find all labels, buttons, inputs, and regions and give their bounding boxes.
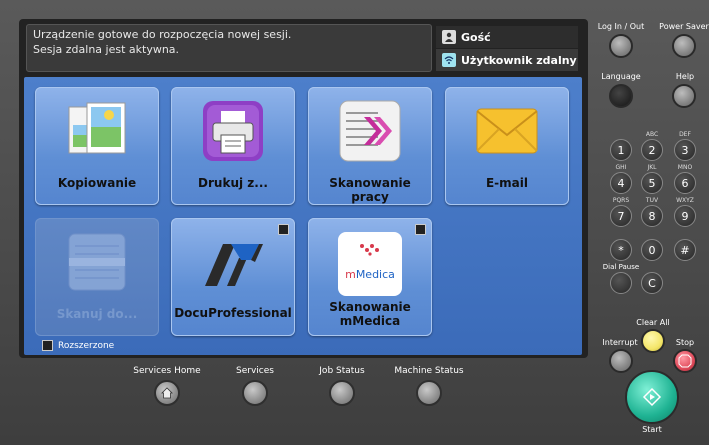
tile-mmedica-label-line1: Skanowanie — [329, 300, 411, 314]
user-icon — [442, 30, 456, 44]
tile-docuprofessional[interactable]: DocuProfessional — [171, 218, 295, 336]
key-2-letters: ABC — [645, 131, 659, 138]
job-status-button[interactable]: Job Status — [306, 366, 378, 406]
start-label: Start — [642, 425, 662, 434]
services-button-knob — [242, 380, 268, 406]
mmedica-logo-rest: Medica — [355, 268, 395, 281]
app-badge-icon — [415, 224, 426, 235]
status-message: Urządzenie gotowe do rozpoczęcia nowej s… — [26, 24, 432, 72]
tile-scan-work-label: Skanowanie pracy — [329, 176, 411, 204]
machine-status-label: Machine Status — [394, 366, 464, 376]
key-2[interactable]: 2 — [641, 139, 663, 161]
tile-email-label: E-mail — [485, 176, 528, 190]
key-3-letters: DEF — [679, 131, 691, 138]
tile-email[interactable]: E-mail — [445, 87, 569, 205]
guest-user[interactable]: Gość — [436, 26, 578, 48]
stop-icon — [678, 354, 692, 368]
services-home-label: Services Home — [133, 366, 201, 376]
envelope-icon — [475, 99, 539, 163]
interrupt-label: Interrupt — [602, 338, 638, 347]
power-saver-label: Power Saver — [659, 22, 709, 31]
help-label: Help — [675, 72, 695, 81]
clear-all-label: Clear All — [636, 318, 670, 327]
user-panel: Gość Użytkownik zdalny — [436, 24, 578, 72]
dial-pause-button[interactable] — [610, 272, 632, 294]
tile-scan-to: Skanuj do... — [35, 218, 159, 336]
key-5[interactable]: 5 — [641, 172, 663, 194]
key-clear[interactable]: C — [641, 272, 663, 294]
job-status-knob — [329, 380, 355, 406]
mmedica-logo-icon: mMedica — [338, 232, 402, 296]
status-line-2: Sesja zdalna jest aktywna. — [33, 43, 180, 56]
key-4[interactable]: 4 — [610, 172, 632, 194]
scan-workflow-icon — [338, 99, 402, 163]
wifi-icon — [442, 53, 456, 67]
job-status-label: Job Status — [319, 366, 365, 376]
key-0[interactable]: 0 — [641, 239, 663, 261]
stop-label: Stop — [675, 338, 695, 347]
key-6-letters: MNO — [677, 164, 693, 171]
machine-status-knob — [416, 380, 442, 406]
power-saver-button[interactable] — [672, 34, 696, 58]
extended-toggle[interactable]: Rozszerzone — [42, 340, 114, 351]
key-star[interactable]: * — [610, 239, 632, 261]
remote-label: Użytkownik zdalny — [461, 53, 577, 67]
clear-all-button[interactable] — [641, 329, 665, 353]
help-button[interactable] — [672, 84, 696, 108]
key-4-letters: GHI — [615, 164, 627, 171]
guest-label: Gość — [461, 30, 491, 44]
scanner-icon — [65, 230, 129, 294]
tile-scan-to-label: Skanuj do... — [56, 307, 138, 321]
key-1[interactable]: 1 — [610, 139, 632, 161]
key-7[interactable]: 7 — [610, 205, 632, 227]
key-hash[interactable]: # — [674, 239, 696, 261]
copy-icon — [65, 99, 129, 163]
tile-copy[interactable]: Kopiowanie — [35, 87, 159, 205]
key-9-letters: WXYZ — [676, 197, 694, 204]
extended-label: Rozszerzone — [58, 340, 115, 351]
interrupt-button[interactable] — [609, 349, 633, 373]
key-5-letters: JKL — [647, 164, 657, 171]
tile-docuprofessional-label: DocuProfessional — [174, 306, 292, 320]
key-8[interactable]: 8 — [641, 205, 663, 227]
services-button[interactable]: Services — [219, 366, 291, 406]
key-8-letters: TUV — [645, 197, 659, 204]
tile-scan-work[interactable]: Skanowanie pracy — [308, 87, 432, 205]
tile-mmedica-label: Skanowanie mMedica — [310, 300, 430, 328]
key-3[interactable]: 3 — [674, 139, 696, 161]
stop-button[interactable] — [673, 349, 697, 373]
login-button[interactable] — [609, 34, 633, 58]
docuprofessional-logo-icon — [201, 236, 265, 300]
tile-mmedica[interactable]: mMedica Skanowanie mMedica — [308, 218, 432, 336]
services-home-button[interactable]: Services Home — [131, 366, 203, 406]
remote-user[interactable]: Użytkownik zdalny — [436, 49, 578, 71]
key-6[interactable]: 6 — [674, 172, 696, 194]
key-7-letters: PQRS — [612, 197, 630, 204]
tile-copy-label: Kopiowanie — [57, 176, 137, 190]
mmedica-logo-text: mMedica — [338, 268, 402, 281]
extended-icon — [42, 340, 53, 351]
language-button[interactable] — [609, 84, 633, 108]
app-badge-icon — [278, 224, 289, 235]
key-9[interactable]: 9 — [674, 205, 696, 227]
tile-mmedica-label-line2: mMedica — [339, 314, 401, 328]
start-button[interactable] — [625, 370, 679, 424]
services-label: Services — [236, 366, 274, 376]
tile-print-label: Drukuj z... — [198, 176, 268, 190]
printer-icon — [201, 99, 265, 163]
mmedica-logo-m: m — [345, 268, 356, 281]
dial-pause-label: Dial Pause — [602, 263, 640, 271]
status-line-1: Urządzenie gotowe do rozpoczęcia nowej s… — [33, 28, 292, 41]
start-icon — [642, 387, 662, 407]
home-icon — [154, 380, 180, 406]
language-label: Language — [601, 72, 641, 81]
login-label: Log In / Out — [597, 22, 645, 31]
machine-status-button[interactable]: Machine Status — [389, 366, 469, 406]
tile-print[interactable]: Drukuj z... — [171, 87, 295, 205]
